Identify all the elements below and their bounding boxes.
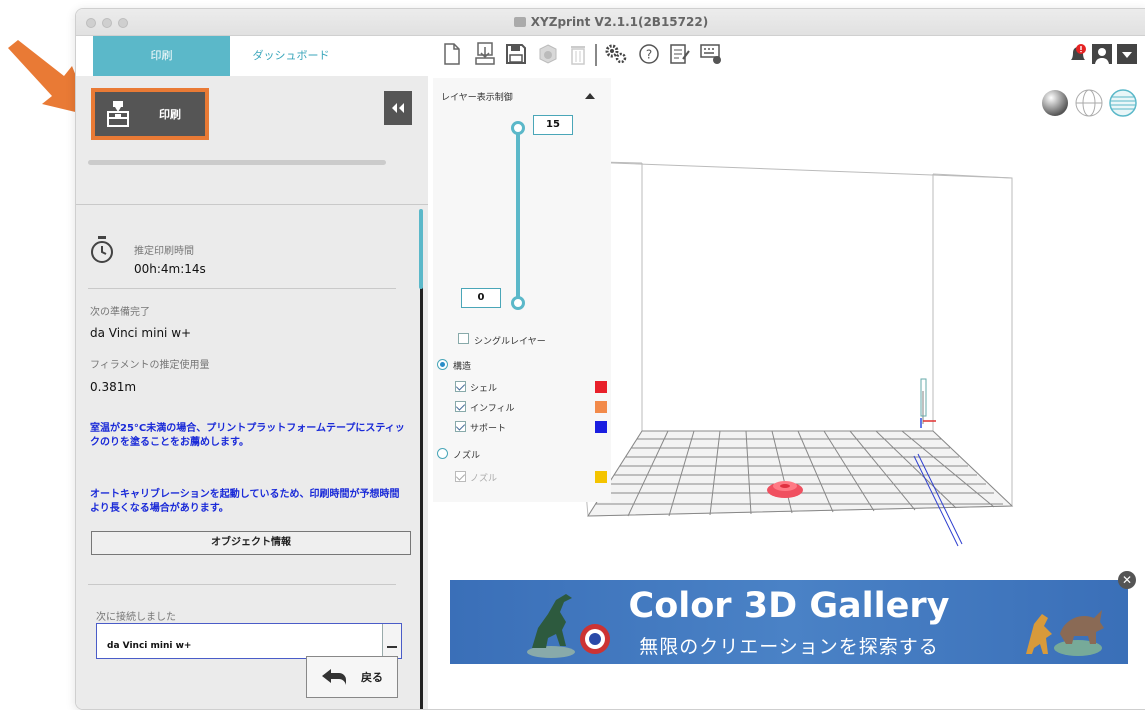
- render-mode-group: [1040, 88, 1138, 118]
- single-layer-checkbox[interactable]: [458, 333, 469, 344]
- toolbar-divider: [595, 44, 597, 66]
- dropdown-icon[interactable]: [1116, 41, 1138, 67]
- divider: [76, 204, 428, 205]
- settings-icon[interactable]: [604, 41, 628, 67]
- sidebar-scrollbar-track[interactable]: [420, 276, 423, 709]
- top-bar: 印刷 ダッシュボード ?: [76, 36, 1145, 76]
- infill-color-swatch[interactable]: [595, 401, 607, 413]
- divider: [88, 288, 396, 289]
- shell-label: シェル: [470, 384, 498, 394]
- close-ad-button[interactable]: ✕: [1118, 571, 1136, 589]
- wireframe-sphere-icon[interactable]: [1074, 88, 1104, 118]
- delete-icon[interactable]: [566, 41, 590, 67]
- connected-device-name: da Vinci mini w+: [107, 641, 192, 651]
- svg-text:?: ?: [646, 48, 652, 62]
- estimate-time-label: 推定印刷時間: [134, 246, 194, 257]
- stopwatch-icon: [91, 236, 113, 263]
- collapse-sidebar-button[interactable]: [384, 91, 412, 125]
- nozzle-radio[interactable]: [437, 448, 448, 459]
- back-button[interactable]: 戻る: [306, 656, 398, 698]
- app-window: XYZprint V2.1.1(2B15722) 印刷 ダッシュボード ? 印刷…: [75, 8, 1145, 710]
- filament-label: フィラメントの推定使用量: [90, 360, 210, 371]
- warning-message-calibration: オートキャリブレーションを起動しているため、印刷時間が予想時間より長くなる場合が…: [90, 489, 400, 514]
- import-icon[interactable]: [473, 41, 497, 67]
- notification-icon[interactable]: [1066, 41, 1090, 67]
- single-layer-label: シングルレイヤー: [474, 337, 546, 347]
- layer-display-panel: レイヤー表示制御 15 0 シングルレイヤー 構造 シェル インフィル サポート…: [433, 78, 611, 502]
- app-icon: [513, 16, 526, 27]
- nozzle-item-label: ノズル: [470, 474, 498, 484]
- object-icon[interactable]: [536, 41, 560, 67]
- shell-color-swatch[interactable]: [595, 381, 607, 393]
- estimate-time-value: 00h:4m:14s: [134, 262, 206, 276]
- back-button-label: 戻る: [361, 671, 383, 684]
- title-bar: XYZprint V2.1.1(2B15722): [76, 9, 1145, 36]
- user-icon[interactable]: [1090, 41, 1114, 67]
- connected-label: 次に接続しました: [96, 612, 176, 623]
- nozzle-color-swatch[interactable]: [595, 471, 607, 483]
- warning-message-temperature: 室温が25°C未満の場合、プリントプラットフォームテープにスティックのりを塗るこ…: [90, 423, 405, 448]
- filament-value: 0.381m: [90, 380, 137, 394]
- shell-checkbox[interactable]: [455, 381, 466, 392]
- layer-slider-track[interactable]: [516, 126, 520, 302]
- window-title: XYZprint V2.1.1(2B15722): [76, 15, 1145, 29]
- color-3d-gallery-banner[interactable]: Color 3D Gallery 無限のクリエーションを探索する: [450, 580, 1128, 664]
- connected-device-select[interactable]: da Vinci mini w+: [96, 623, 402, 659]
- 3d-viewport[interactable]: レイヤー表示制御 15 0 シングルレイヤー 構造 シェル インフィル サポート…: [428, 76, 1145, 709]
- solid-sphere-icon[interactable]: [1040, 88, 1070, 118]
- nozzle-label: ノズル: [453, 451, 481, 461]
- print-button-label: 印刷: [159, 108, 181, 121]
- collapse-caret-icon[interactable]: [585, 93, 595, 99]
- layer-panel-title: レイヤー表示制御: [441, 93, 513, 103]
- top-layer-input[interactable]: 15: [533, 115, 573, 135]
- sidebar-scrollbar-thumb[interactable]: [419, 209, 423, 289]
- device-list-scrollbar[interactable]: [382, 624, 401, 658]
- help-icon[interactable]: ?: [637, 41, 661, 67]
- layered-sphere-icon[interactable]: [1108, 88, 1138, 118]
- bottom-layer-input[interactable]: 0: [461, 288, 501, 308]
- structure-label: 構造: [453, 362, 472, 372]
- divider: [88, 584, 396, 585]
- support-checkbox[interactable]: [455, 421, 466, 432]
- layer-slider-bottom-handle[interactable]: [511, 296, 525, 310]
- next-ready-label: 次の準備完了: [90, 307, 150, 318]
- new-file-icon[interactable]: [440, 41, 464, 67]
- layer-slider-top-handle[interactable]: [511, 121, 525, 135]
- printer-icon: [107, 101, 129, 127]
- back-arrow-icon: [322, 669, 346, 685]
- object-info-button[interactable]: オブジェクト情報: [91, 531, 411, 555]
- support-label: サポート: [470, 424, 507, 434]
- triceratops-figure-icon: [1026, 610, 1104, 656]
- infill-label: インフィル: [470, 404, 515, 414]
- tab-dashboard[interactable]: ダッシュボード: [231, 36, 351, 76]
- nozzle-checkbox[interactable]: [455, 471, 466, 482]
- structure-radio[interactable]: [437, 359, 448, 370]
- window-title-text: XYZprint V2.1.1(2B15722): [530, 15, 709, 29]
- print-button[interactable]: 印刷: [91, 88, 209, 140]
- notes-icon[interactable]: [668, 41, 692, 67]
- keyboard-icon[interactable]: [699, 41, 723, 67]
- infill-checkbox[interactable]: [455, 401, 466, 412]
- support-color-swatch[interactable]: [595, 421, 607, 433]
- progress-bar: [88, 160, 386, 165]
- tab-print[interactable]: 印刷: [93, 36, 230, 76]
- print-sidebar: 印刷 推定印刷時間 00h:4m:14s 次の準備完了 da Vinci min…: [76, 76, 428, 709]
- save-icon[interactable]: [504, 41, 528, 67]
- double-chevron-left-icon: [392, 103, 404, 113]
- printer-name: da Vinci mini w+: [90, 326, 192, 340]
